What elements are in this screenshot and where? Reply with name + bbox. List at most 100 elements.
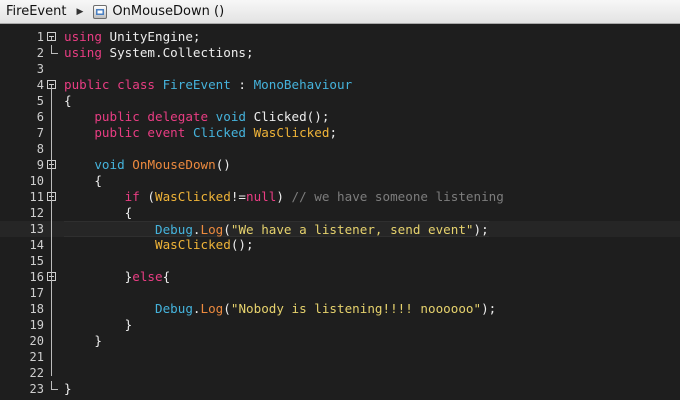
code-token: public event (94, 125, 186, 140)
breadcrumb-class[interactable]: FireEvent (6, 4, 66, 19)
line-number: 19 (29, 318, 44, 332)
line-number: 13 (29, 222, 44, 236)
code-token: ( (223, 222, 231, 237)
code-text: { (64, 173, 102, 189)
code-token: } (64, 317, 133, 332)
code-line[interactable]: 3 (0, 61, 680, 77)
code-token: } (64, 381, 72, 396)
line-number: 1 (36, 30, 44, 44)
code-line[interactable]: 20 } (0, 333, 680, 349)
code-text: { (64, 93, 72, 109)
code-token: FireEvent (162, 77, 231, 92)
code-token: else (132, 269, 163, 284)
code-text: Debug.Log("Nobody is listening!!!! noooo… (64, 301, 496, 317)
code-token: ( (223, 301, 231, 316)
code-token: OnMouseDown (132, 157, 216, 172)
code-token: . (192, 301, 201, 316)
breadcrumb-separator-icon: ▶ (76, 6, 84, 17)
code-line[interactable]: 22 (0, 365, 680, 381)
code-line[interactable]: 21 (0, 349, 680, 365)
code-text: Debug.Log("We have a listener, send even… (64, 221, 489, 237)
breadcrumb: FireEvent ▶ OnMouseDown () (0, 0, 680, 24)
line-number: 4 (36, 78, 44, 92)
code-token: ); (481, 301, 497, 316)
code-line[interactable]: 4 public class FireEvent : MonoBehaviour (0, 77, 680, 93)
line-number: 5 (36, 94, 44, 108)
code-line[interactable]: 1 using UnityEngine; (0, 29, 680, 45)
code-token: // we have someone listening (291, 189, 504, 204)
code-token: System.Collections; (101, 45, 254, 60)
code-token: WasClicked (253, 125, 330, 140)
code-token: void (94, 157, 125, 172)
code-line[interactable]: 9 void OnMouseDown() (0, 157, 680, 173)
code-token: using (64, 45, 102, 60)
code-token: { (64, 173, 102, 188)
line-number: 17 (29, 286, 44, 300)
line-number: 22 (29, 366, 44, 380)
code-token: } (64, 269, 133, 284)
code-line[interactable]: 14 WasClicked(); (0, 237, 680, 253)
code-text: } (64, 333, 102, 349)
line-number: 7 (36, 126, 44, 140)
line-number: 12 (29, 206, 44, 220)
code-line[interactable]: 10 { (0, 173, 680, 189)
code-line[interactable]: 6 public delegate void Clicked(); (0, 109, 680, 125)
code-token: WasClicked (155, 237, 231, 252)
code-line[interactable]: 11 if (WasClicked!=null) // we have some… (0, 189, 680, 205)
code-line[interactable]: 8 (0, 141, 680, 157)
line-number: 23 (29, 382, 44, 396)
line-number: 14 (29, 238, 44, 252)
line-number: 6 (36, 110, 44, 124)
code-token: public class (64, 77, 155, 92)
code-token: { (64, 93, 72, 108)
code-line[interactable]: 16 }else{ (0, 269, 680, 285)
fold-end-icon (51, 45, 58, 54)
code-token: () (215, 157, 231, 172)
code-token: Debug (155, 301, 193, 316)
code-token: ; (329, 125, 338, 140)
line-number: 16 (29, 270, 44, 284)
code-token: Clicked (192, 125, 247, 140)
code-token: void (215, 109, 247, 124)
code-text: public delegate void Clicked(); (64, 109, 329, 125)
line-number: 2 (36, 46, 44, 60)
code-line[interactable]: 2 using System.Collections; (0, 45, 680, 61)
line-number: 8 (36, 142, 44, 156)
code-text: public class FireEvent : MonoBehaviour (64, 77, 352, 93)
code-line[interactable]: 23} (0, 381, 680, 397)
code-line[interactable]: 13 Debug.Log("We have a listener, send e… (0, 221, 680, 237)
fold-guide-line (51, 85, 52, 376)
code-token: MonoBehaviour (253, 77, 353, 92)
code-line[interactable]: 19 } (0, 317, 680, 333)
code-line[interactable]: 12 { (0, 205, 680, 221)
breadcrumb-method[interactable]: OnMouseDown () (112, 4, 224, 19)
line-number: 10 (29, 174, 44, 188)
code-token: "We have a listener, send event" (230, 222, 474, 237)
code-token: Log (200, 301, 224, 316)
line-number: 20 (29, 334, 44, 348)
code-text: if (WasClicked!=null) // we have someone… (64, 189, 504, 205)
line-number: 18 (29, 302, 44, 316)
method-icon (93, 4, 108, 19)
code-token: public delegate (94, 109, 209, 124)
code-line[interactable]: 7 public event Clicked WasClicked; (0, 125, 680, 141)
code-token: if (124, 189, 140, 204)
code-line[interactable]: 5{ (0, 93, 680, 109)
code-line[interactable]: 15 (0, 253, 680, 269)
fold-guide-line (51, 37, 52, 40)
code-token: Log (200, 222, 224, 237)
code-editor[interactable]: 1 using UnityEngine; 2 using System.Collect… (0, 24, 680, 400)
fold-end-icon (51, 381, 58, 390)
code-text: WasClicked(); (64, 237, 254, 253)
line-number: 15 (29, 254, 44, 268)
code-text: void OnMouseDown() (64, 157, 231, 173)
code-line[interactable]: 17 (0, 285, 680, 301)
code-text: } (64, 381, 72, 397)
code-line[interactable]: 18 Debug.Log("Nobody is listening!!!! no… (0, 301, 680, 317)
